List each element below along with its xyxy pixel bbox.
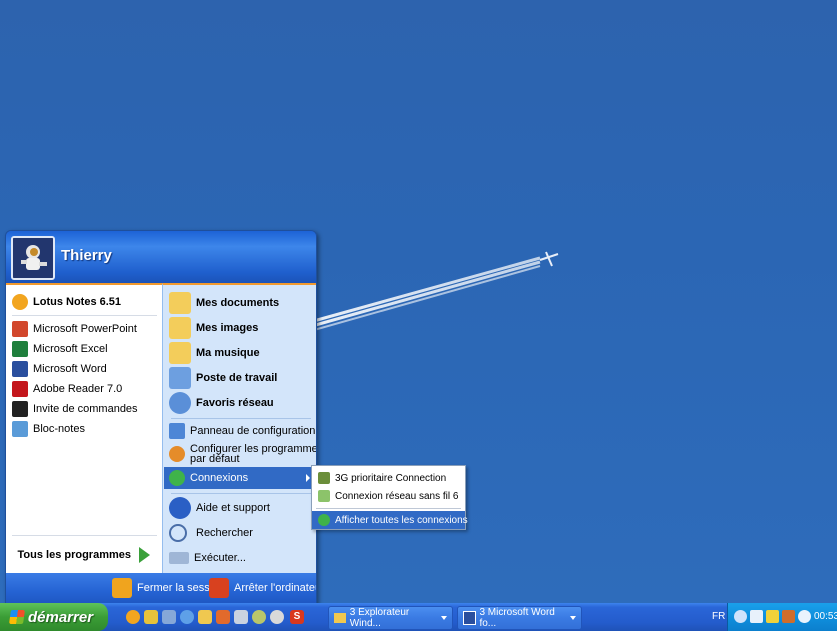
default-programs-icon xyxy=(169,446,185,462)
start-menu-header: Thierry xyxy=(6,231,316,283)
quicklaunch-globe-icon[interactable] xyxy=(252,610,266,624)
user-avatar[interactable] xyxy=(11,236,55,280)
run-item[interactable]: Exécuter... xyxy=(169,547,246,569)
windows-logo-icon xyxy=(9,610,25,624)
place-my-music[interactable]: Ma musique xyxy=(169,341,260,365)
help-support-item[interactable]: Aide et support xyxy=(169,497,270,519)
search-icon xyxy=(169,524,187,542)
default-programs-label-2: par défaut xyxy=(190,453,240,465)
adobe-reader-icon xyxy=(12,381,28,397)
place-my-computer[interactable]: Poste de travail xyxy=(169,366,277,390)
system-tray: FR 00:53 xyxy=(712,603,837,631)
arrow-right-icon xyxy=(139,547,150,563)
recent-notepad[interactable]: Bloc-notes xyxy=(12,420,85,438)
quicklaunch-app-icon[interactable] xyxy=(216,610,230,624)
quicklaunch-lotus-icon[interactable] xyxy=(126,610,140,624)
power-icon xyxy=(209,578,229,598)
word-icon xyxy=(463,611,477,625)
help-icon xyxy=(169,497,191,519)
start-button[interactable]: démarrer xyxy=(0,603,108,631)
separator xyxy=(12,315,157,316)
start-menu-footer: Fermer la session Arrêter l'ordinateur xyxy=(6,573,316,604)
connections-item[interactable]: Connexions xyxy=(164,467,316,489)
quicklaunch-chart-icon[interactable] xyxy=(234,610,248,624)
dropdown-arrow-icon xyxy=(570,616,576,620)
dropdown-arrow-icon xyxy=(441,616,447,620)
tray-app-icon[interactable] xyxy=(766,610,779,623)
airplane-contrail xyxy=(309,251,559,331)
quicklaunch-gear-icon[interactable] xyxy=(270,610,284,624)
key-icon xyxy=(112,578,132,598)
command-prompt-icon xyxy=(12,401,28,417)
excel-icon xyxy=(12,341,28,357)
wireless-icon xyxy=(318,490,330,502)
recent-command-prompt[interactable]: Invite de commandes xyxy=(12,400,138,418)
user-name: Thierry xyxy=(61,247,112,264)
my-music-icon xyxy=(169,342,191,364)
word-icon xyxy=(12,361,28,377)
my-computer-icon xyxy=(169,367,191,389)
lotus-notes-icon xyxy=(12,294,28,310)
connection-wifi[interactable]: Connexion réseau sans fil 6 xyxy=(318,488,458,504)
separator xyxy=(171,493,311,494)
show-all-connections[interactable]: Afficher toutes les connexions xyxy=(312,511,468,529)
network-places-icon xyxy=(169,392,191,414)
place-my-pictures[interactable]: Mes images xyxy=(169,316,258,340)
start-menu-programs: Lotus Notes 6.51 Microsoft PowerPoint Mi… xyxy=(6,283,162,575)
control-panel-item[interactable]: Panneau de configuration xyxy=(169,421,315,441)
folder-icon xyxy=(334,613,346,623)
quicklaunch-tool-icon[interactable] xyxy=(144,610,158,624)
place-my-documents[interactable]: Mes documents xyxy=(169,291,279,315)
start-menu-places: Mes documents Mes images Ma musique Post… xyxy=(162,283,316,575)
separator xyxy=(171,418,311,419)
tray-expand-icon[interactable] xyxy=(734,610,747,623)
taskbar-button-explorer[interactable]: 3 Explorateur Wind... xyxy=(328,606,453,630)
tray-network-icon[interactable] xyxy=(782,610,795,623)
start-menu: Thierry Lotus Notes 6.51 Microsoft Power… xyxy=(5,230,317,605)
quicklaunch-desktop-icon[interactable] xyxy=(162,610,176,624)
network-connections-icon xyxy=(169,470,185,486)
notepad-icon xyxy=(12,421,28,437)
language-indicator[interactable]: FR xyxy=(712,611,725,622)
separator xyxy=(316,508,461,509)
quicklaunch-ie-icon[interactable] xyxy=(180,610,194,624)
clock[interactable]: 00:53 xyxy=(814,611,837,622)
all-programs-button[interactable]: Tous les programmes xyxy=(6,537,162,573)
recent-powerpoint[interactable]: Microsoft PowerPoint xyxy=(12,320,137,338)
recent-excel[interactable]: Microsoft Excel xyxy=(12,340,108,358)
taskbar: démarrer S 3 Explorateur Wind... 3 Micro… xyxy=(0,603,837,631)
control-panel-icon xyxy=(169,423,185,439)
search-item[interactable]: Rechercher xyxy=(169,522,253,544)
quicklaunch-s-icon[interactable]: S xyxy=(290,610,304,624)
my-documents-icon xyxy=(169,292,191,314)
connection-3g[interactable]: 3G prioritaire Connection xyxy=(318,470,446,486)
logoff-button[interactable]: Fermer la session xyxy=(112,578,224,598)
recent-word[interactable]: Microsoft Word xyxy=(12,360,107,378)
connections-submenu: 3G prioritaire Connection Connexion rése… xyxy=(311,465,468,530)
pinned-lotus-notes[interactable]: Lotus Notes 6.51 xyxy=(12,293,121,311)
powerpoint-icon xyxy=(12,321,28,337)
run-icon xyxy=(169,552,189,564)
astronaut-icon xyxy=(13,238,53,278)
my-pictures-icon xyxy=(169,317,191,339)
recent-adobe-reader[interactable]: Adobe Reader 7.0 xyxy=(12,380,122,398)
submenu-arrow-icon xyxy=(306,474,310,482)
place-network-places[interactable]: Favoris réseau xyxy=(169,391,274,415)
tray-wireless-icon[interactable] xyxy=(750,610,763,623)
separator xyxy=(12,535,157,536)
quicklaunch-folder-icon[interactable] xyxy=(198,610,212,624)
shutdown-button[interactable]: Arrêter l'ordinateur xyxy=(209,578,316,598)
connection-3g-icon xyxy=(318,472,330,484)
default-programs-item[interactable]: Configurer les programmes par défaut xyxy=(169,442,316,466)
taskbar-button-word[interactable]: 3 Microsoft Word fo... xyxy=(457,606,582,630)
network-connections-icon xyxy=(318,514,330,526)
tray-search-icon[interactable] xyxy=(798,610,811,623)
